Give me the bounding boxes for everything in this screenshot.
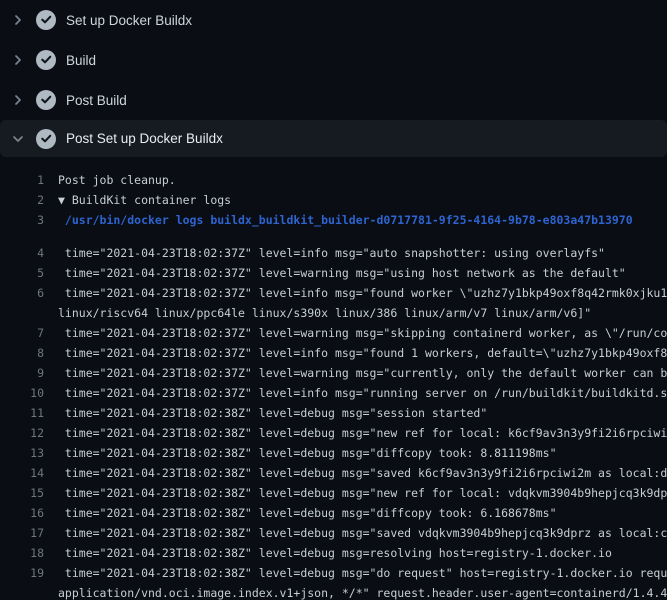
log-line-text: time="2021-04-23T18:02:37Z" level=info m… xyxy=(58,383,667,390)
log-line-text: time="2021-04-23T18:02:38Z" level=debug … xyxy=(58,443,557,450)
step-title: Post Set up Docker Buildx xyxy=(66,131,223,146)
check-circle-icon xyxy=(36,50,56,70)
log-line-text: time="2021-04-23T18:02:38Z" level=debug … xyxy=(58,463,667,470)
chevron-right-icon xyxy=(10,52,26,68)
step-header[interactable]: Post Build xyxy=(0,80,667,120)
step-title: Post Build xyxy=(66,93,127,108)
line-number[interactable]: 1 xyxy=(0,170,44,190)
log-line-text: Post job cleanup. xyxy=(58,170,176,190)
check-circle-icon xyxy=(36,129,56,149)
line-number[interactable]: 18 xyxy=(0,543,44,550)
line-number[interactable]: 3 xyxy=(0,210,44,230)
log-line-text: time="2021-04-23T18:02:37Z" level=info m… xyxy=(58,343,667,350)
log-row: 4 time="2021-04-23T18:02:37Z" level=info… xyxy=(0,230,667,250)
log-line-text: time="2021-04-23T18:02:38Z" level=debug … xyxy=(58,523,667,530)
line-number[interactable]: 19 xyxy=(0,563,44,570)
log-row-command: 3 /usr/bin/docker logs buildx_buildkit_b… xyxy=(0,210,667,230)
log-line-text: time="2021-04-23T18:02:38Z" level=debug … xyxy=(58,423,667,430)
line-number[interactable]: 15 xyxy=(0,483,44,490)
log-line-text: linux/riscv64 linux/ppc64le linux/s390x … xyxy=(58,303,591,310)
line-number[interactable]: 16 xyxy=(0,503,44,510)
log-line-text[interactable]: ▼ BuildKit container logs xyxy=(58,190,231,210)
chevron-down-icon xyxy=(10,131,26,147)
log-line-text: time="2021-04-23T18:02:38Z" level=debug … xyxy=(58,483,667,490)
log-line-text: time="2021-04-23T18:02:38Z" level=debug … xyxy=(58,543,612,550)
chevron-right-icon xyxy=(10,12,26,28)
line-number[interactable]: 9 xyxy=(0,363,44,370)
line-number[interactable]: 8 xyxy=(0,343,44,350)
check-circle-icon xyxy=(36,90,56,110)
line-number[interactable]: 17 xyxy=(0,523,44,530)
step-header[interactable]: Build xyxy=(0,40,667,80)
log-area: 1 Post job cleanup. 2 ▼ BuildKit container … xyxy=(0,157,667,600)
line-number[interactable]: 5 xyxy=(0,263,44,270)
step-title: Build xyxy=(66,53,96,68)
line-number[interactable] xyxy=(0,583,44,590)
log-line-text: /usr/bin/docker logs buildx_buildkit_bui… xyxy=(58,210,633,230)
log-line-text: time="2021-04-23T18:02:37Z" level=warnin… xyxy=(58,323,667,330)
line-number[interactable]: 14 xyxy=(0,463,44,470)
line-number[interactable]: 2 xyxy=(0,190,44,210)
steps-list: Set up Docker Buildx Build Post Build Post … xyxy=(0,0,667,157)
log-line-text: application/vnd.oci.image.index.v1+json,… xyxy=(58,583,667,590)
line-number[interactable]: 13 xyxy=(0,443,44,450)
log-row: 2 ▼ BuildKit container logs xyxy=(0,190,667,210)
line-number[interactable] xyxy=(0,303,44,310)
step-header[interactable]: Set up Docker Buildx xyxy=(0,0,667,40)
log-line-text: time="2021-04-23T18:02:37Z" level=warnin… xyxy=(58,263,626,270)
log-line-text: time="2021-04-23T18:02:37Z" level=info m… xyxy=(58,243,605,250)
log-line-text: time="2021-04-23T18:02:38Z" level=debug … xyxy=(58,503,557,510)
line-number[interactable]: 10 xyxy=(0,383,44,390)
line-number[interactable]: 4 xyxy=(0,243,44,250)
step-header[interactable]: Post Set up Docker Buildx xyxy=(0,120,667,157)
line-number[interactable]: 6 xyxy=(0,283,44,290)
check-circle-icon xyxy=(36,10,56,30)
log-line-text: time="2021-04-23T18:02:38Z" level=debug … xyxy=(58,563,667,570)
log-line-text: time="2021-04-23T18:02:37Z" level=info m… xyxy=(58,283,667,290)
line-number[interactable]: 12 xyxy=(0,423,44,430)
line-number[interactable]: 11 xyxy=(0,403,44,410)
line-number[interactable]: 7 xyxy=(0,323,44,330)
chevron-right-icon xyxy=(10,92,26,108)
log-row: 1 Post job cleanup. xyxy=(0,170,667,190)
step-title: Set up Docker Buildx xyxy=(66,13,192,28)
log-line-text: time="2021-04-23T18:02:38Z" level=debug … xyxy=(58,403,487,410)
log-line-text: time="2021-04-23T18:02:37Z" level=warnin… xyxy=(58,363,667,370)
